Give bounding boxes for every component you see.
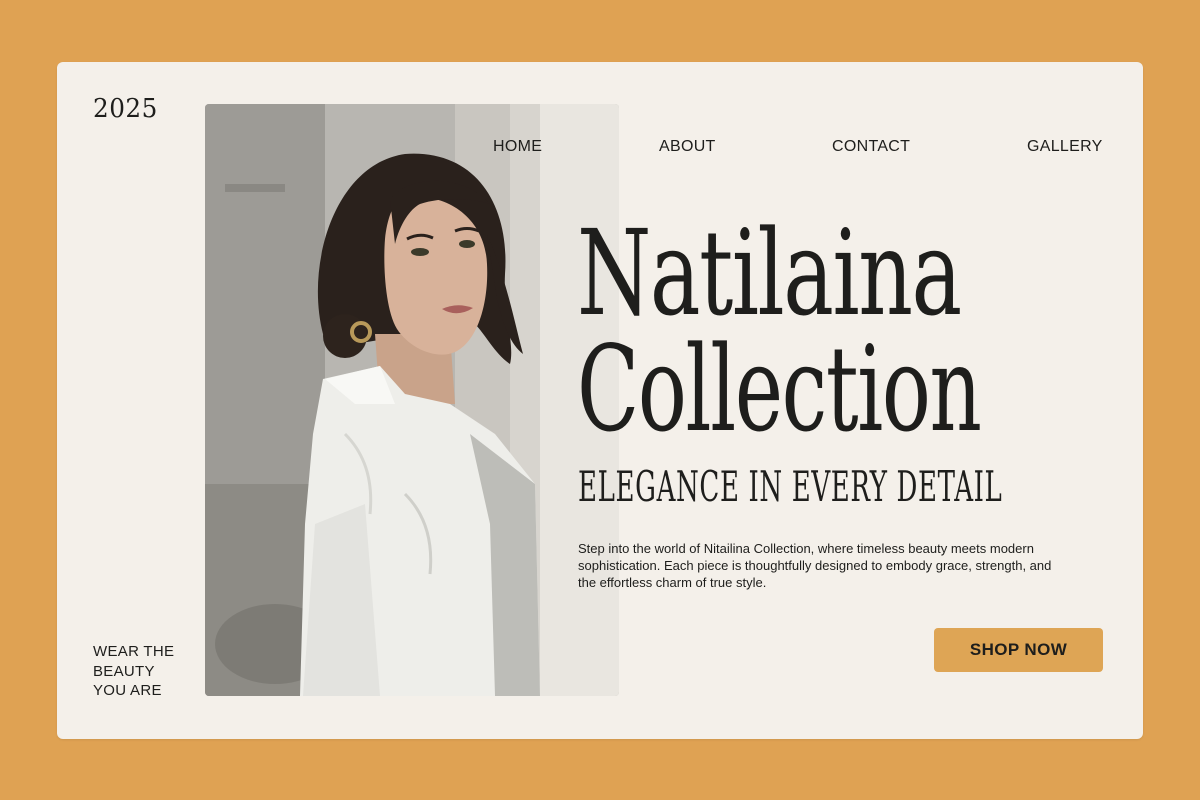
hero-title-line1: Natilaina [577,204,962,342]
tagline-line2: BEAUTY [93,662,155,680]
hero-subtitle: ELEGANCE IN EVERY DETAIL [578,462,1003,511]
tagline: WEAR THE BEAUTY YOU ARE [93,642,203,701]
tagline-line1: WEAR THE [93,643,175,660]
nav-home-link[interactable]: HOME [493,138,542,156]
year-label: 2025 [93,94,158,124]
shop-now-button[interactable]: SHOP NOW [934,628,1103,672]
hero-card: 2025 HOME ABOUT CONTACT GALLERY Natilain… [57,62,1143,739]
nav-contact-link[interactable]: CONTACT [832,138,910,156]
tagline-line3: YOU ARE [93,682,162,699]
nav-gallery-link[interactable]: GALLERY [1027,138,1103,156]
hero-title-line2: Collection [577,320,982,458]
hero-description: Step into the world of Nitailina Collect… [578,541,1052,591]
model-photo [205,104,619,696]
main-nav: HOME ABOUT CONTACT GALLERY [493,138,1103,158]
model-portrait-illustration [205,104,619,696]
nav-about-link[interactable]: ABOUT [659,138,716,156]
